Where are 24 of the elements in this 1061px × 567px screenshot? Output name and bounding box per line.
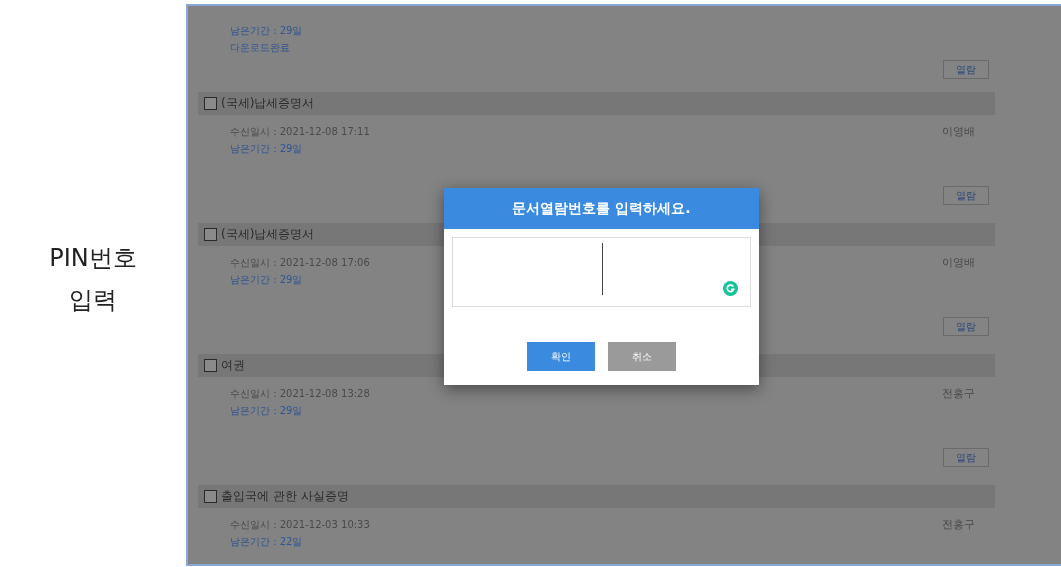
dialog-title: 문서열람번호를 입력하세요. — [444, 188, 759, 229]
remaining-period: 남은기간 : 22일 — [230, 535, 304, 549]
remaining-period: 남은기간 : 29일 — [230, 273, 304, 287]
view-button[interactable]: 열람 — [943, 186, 989, 205]
document-title: 여권 — [221, 357, 245, 374]
remaining-period: 남은기간 : 29일 — [230, 404, 304, 418]
view-button[interactable]: 열람 — [943, 60, 989, 79]
checkbox[interactable] — [204, 359, 217, 372]
checkbox[interactable] — [204, 490, 217, 503]
cancel-button[interactable]: 취소 — [608, 342, 676, 371]
document-title: 출입국에 관한 사실증명 — [221, 488, 349, 505]
text-cursor — [602, 243, 603, 295]
confirm-button[interactable]: 확인 — [527, 342, 595, 371]
document-title: (국세)납세증명서 — [221, 95, 315, 112]
view-button[interactable]: 열람 — [943, 448, 989, 467]
checkbox[interactable] — [204, 228, 217, 241]
document-title: (국세)납세증명서 — [221, 226, 315, 243]
download-status: 다운로드완료 — [230, 41, 291, 55]
view-button[interactable]: 열람 — [943, 317, 989, 336]
remaining-period: 남은기간 : 29일 — [230, 142, 304, 156]
side-label: PIN번호 입력 — [49, 242, 137, 316]
pin-input-field[interactable] — [452, 237, 751, 307]
checkbox[interactable] — [204, 97, 217, 110]
remaining-period: 남은기간 : 29일 — [230, 24, 303, 38]
